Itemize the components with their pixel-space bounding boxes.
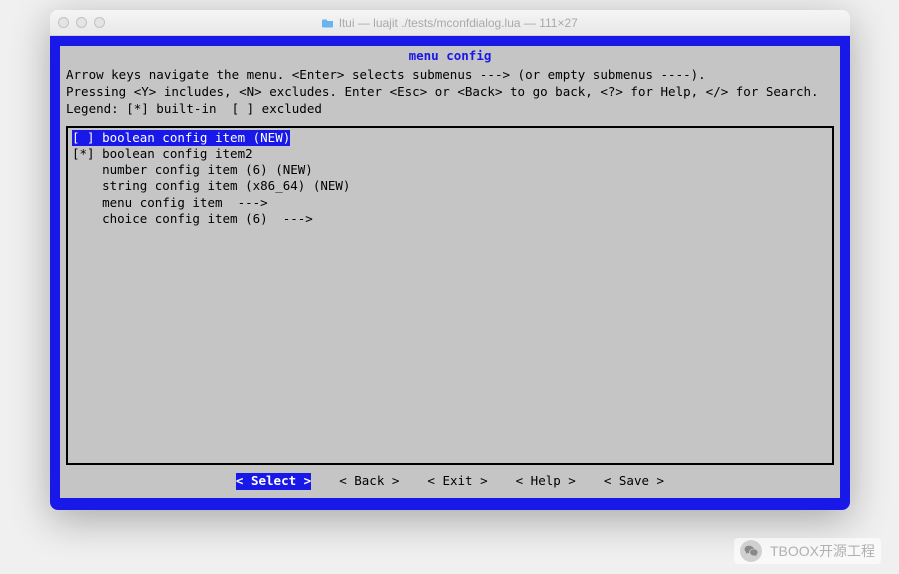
- close-icon[interactable]: [58, 17, 69, 28]
- save-button[interactable]: < Save >: [604, 473, 664, 490]
- menu-dialog: menu config Arrow keys navigate the menu…: [60, 46, 840, 498]
- terminal-area: menu config Arrow keys navigate the menu…: [50, 36, 850, 510]
- select-button[interactable]: < Select >: [236, 473, 311, 490]
- dialog-title: menu config: [66, 48, 834, 65]
- watermark: TBOOX开源工程: [734, 538, 881, 564]
- maximize-icon[interactable]: [94, 17, 105, 28]
- button-bar: < Select > < Back > < Exit > < Help > < …: [66, 471, 834, 490]
- menu-item-boolean-new[interactable]: [ ] boolean config item (NEW): [72, 130, 290, 146]
- app-window: ltui — luajit ./tests/mconfdialog.lua — …: [50, 10, 850, 510]
- titlebar: ltui — luajit ./tests/mconfdialog.lua — …: [50, 10, 850, 36]
- watermark-text: TBOOX开源工程: [770, 541, 875, 561]
- menu-item-submenu[interactable]: menu config item --->: [72, 195, 268, 210]
- dialog-instructions: Arrow keys navigate the menu. <Enter> se…: [66, 67, 834, 118]
- menu-item-boolean2[interactable]: [*] boolean config item2: [72, 146, 253, 161]
- menu-item-choice[interactable]: choice config item (6) --->: [72, 211, 313, 226]
- window-title-text: ltui — luajit ./tests/mconfdialog.lua — …: [339, 16, 578, 30]
- menu-item-string[interactable]: string config item (x86_64) (NEW): [72, 178, 350, 193]
- minimize-icon[interactable]: [76, 17, 87, 28]
- window-title: ltui — luajit ./tests/mconfdialog.lua — …: [50, 16, 850, 30]
- wechat-icon: [740, 540, 762, 562]
- folder-icon: [322, 18, 334, 28]
- back-button[interactable]: < Back >: [339, 473, 399, 490]
- help-button[interactable]: < Help >: [516, 473, 576, 490]
- traffic-lights: [58, 17, 105, 28]
- exit-button[interactable]: < Exit >: [427, 473, 487, 490]
- menu-list-box: [ ] boolean config item (NEW) [*] boolea…: [66, 126, 834, 466]
- menu-item-number[interactable]: number config item (6) (NEW): [72, 162, 313, 177]
